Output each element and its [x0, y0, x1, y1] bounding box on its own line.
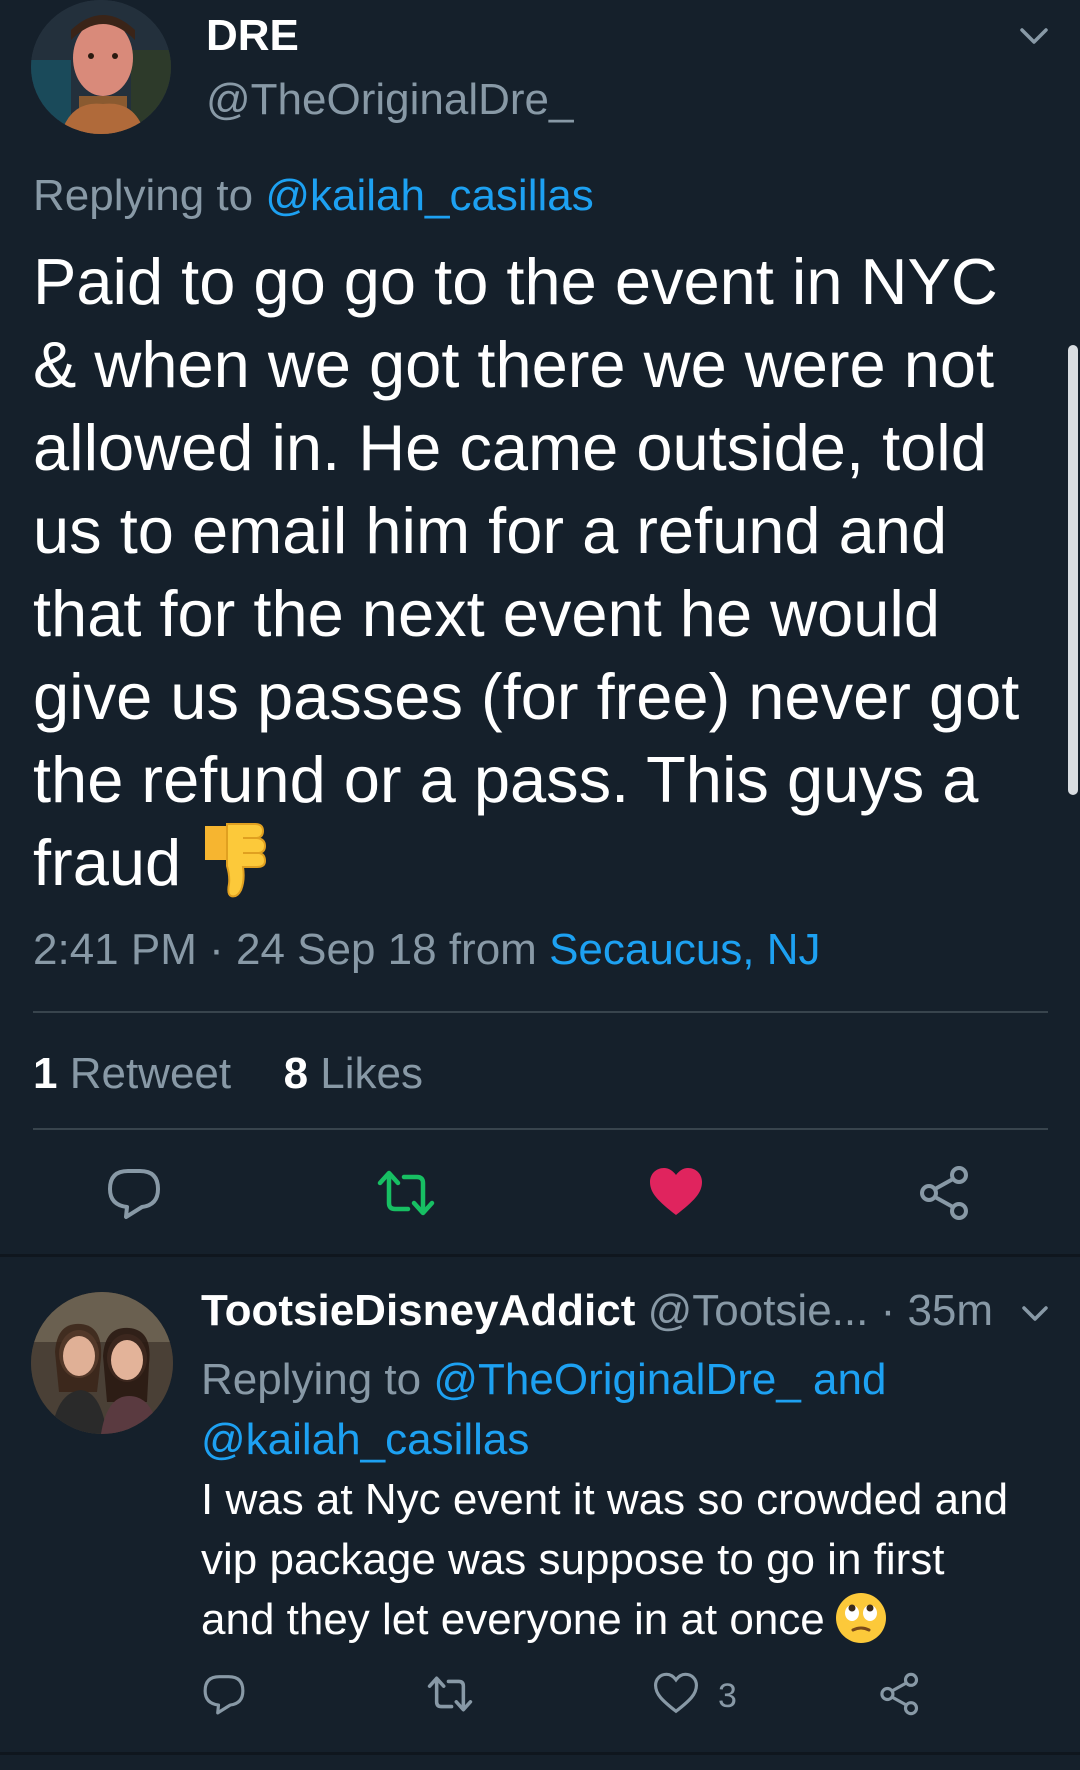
user-handle[interactable]: @Tootsie... [635, 1286, 869, 1335]
section-divider [0, 1254, 1080, 1257]
caret-down-icon[interactable] [1016, 18, 1052, 54]
divider [33, 1128, 1048, 1130]
meta-separator: · [196, 925, 236, 974]
tweet-detail-page: DRE @TheOriginalDre_ Replying to @kailah… [0, 0, 1080, 1770]
replying-to-line: Replying to @kailah_casillas [33, 170, 594, 222]
replying-prefix: Replying to [201, 1355, 434, 1404]
reply-header: TootsieDisneyAddict @Tootsie... · 35m [201, 1285, 993, 1337]
replying-joiner[interactable]: and [801, 1355, 886, 1404]
tweet-line: the refund or a pass. This guys a [33, 743, 979, 816]
reply-time: · 35m [868, 1286, 994, 1335]
heart-icon [650, 1168, 702, 1215]
reply-line-text: and they let everyone in at once [201, 1595, 825, 1644]
retweet-icon [377, 1170, 435, 1216]
tweet-line-text: fraud [33, 826, 182, 899]
like-count: 8 [283, 1049, 309, 1098]
section-divider [0, 1752, 1080, 1755]
likes-stat[interactable]: 8 Likes [284, 1049, 423, 1098]
tweet-line: Paid to go go to the event in NYC [33, 245, 998, 318]
tweet-line: & when we got there we were not [33, 328, 995, 401]
tweet-meta: 2:41 PM · 24 Sep 18 from Secaucus, NJ [33, 924, 821, 976]
tweet-line: us to email him for a refund and [33, 494, 948, 567]
reply-like-count: 3 [718, 1677, 737, 1715]
tweet-time: 2:41 PM [33, 925, 197, 974]
user-handle[interactable]: @TheOriginalDre_ [206, 74, 573, 126]
share-icon [920, 1166, 968, 1220]
scrollbar[interactable] [1068, 345, 1078, 795]
tweet-body: Paid to go go to the event in NYC & when… [33, 240, 1043, 908]
display-name[interactable]: TootsieDisneyAddict [201, 1286, 635, 1335]
display-name[interactable]: DRE [206, 10, 299, 62]
reply-button[interactable] [106, 1165, 162, 1221]
retweet-button[interactable] [376, 1165, 435, 1221]
reply-icon [203, 1675, 245, 1715]
from-prefix: from [436, 925, 550, 974]
face-with-rolling-eyes-emoji-icon [835, 1592, 887, 1644]
tweet-stats: 1 Retweet 8 Likes [33, 1048, 423, 1100]
caret-down-icon[interactable] [1018, 1296, 1052, 1330]
share-button[interactable] [917, 1165, 973, 1221]
thumbs-down-emoji-icon [197, 820, 269, 900]
divider [33, 1011, 1048, 1013]
retweet-stat[interactable]: 1 Retweet [33, 1049, 231, 1098]
share-button[interactable] [878, 1672, 922, 1716]
avatar[interactable] [31, 1292, 173, 1434]
like-button[interactable] [648, 1165, 704, 1221]
retweet-count: 1 [33, 1049, 58, 1098]
retweet-button[interactable] [426, 1672, 474, 1716]
retweet-label: Retweet [57, 1049, 232, 1098]
retweet-icon [427, 1676, 473, 1712]
reply-button[interactable] [202, 1672, 246, 1716]
reply-line: I was at Nyc event it was so crowded and [201, 1475, 1009, 1524]
tweet-line-last: fraud [33, 821, 1043, 908]
tweet-line: that for the next event he would [33, 577, 940, 650]
reply-line-last: and they let everyone in at once [201, 1590, 1061, 1650]
tweet-line: give us passes (for free) never got [33, 660, 1020, 733]
tweet-line: allowed in. He came outside, told [33, 411, 987, 484]
reply-line: vip package was suppose to go in first [201, 1535, 945, 1584]
likes-label: Likes [308, 1049, 424, 1098]
location-link[interactable]: Secaucus, NJ [549, 925, 820, 974]
share-icon [880, 1672, 919, 1716]
reply-icon [108, 1169, 160, 1219]
like-button[interactable] [654, 1672, 698, 1716]
replying-to-line: Replying to @TheOriginalDre_ and @kailah… [201, 1350, 1061, 1470]
replying-prefix: Replying to [33, 171, 266, 220]
avatar[interactable] [31, 0, 171, 134]
mention-link[interactable]: @kailah_casillas [265, 171, 593, 220]
heart-icon [654, 1672, 698, 1714]
tweet-date: 24 Sep 18 [235, 925, 437, 974]
reply-body: I was at Nyc event it was so crowded and… [201, 1470, 1061, 1650]
mention-link[interactable]: @kailah_casillas [201, 1415, 529, 1464]
mention-link[interactable]: @TheOriginalDre_ [433, 1355, 800, 1404]
